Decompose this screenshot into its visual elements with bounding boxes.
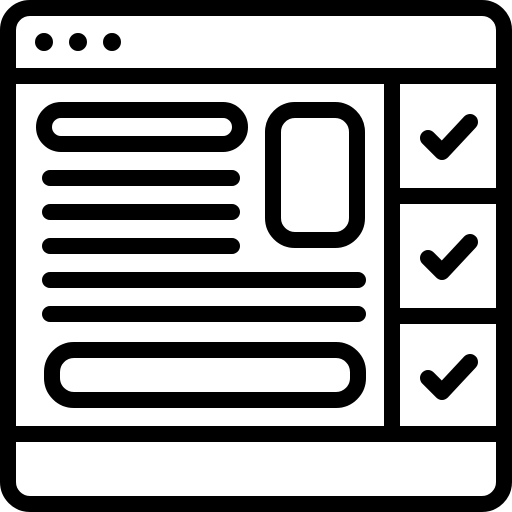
- content-button-bar: [44, 342, 366, 408]
- window-dot-3: [103, 33, 121, 51]
- browser-window-illustration: [0, 0, 512, 512]
- title-bar-dots: [35, 33, 121, 51]
- window-dot-1: [35, 33, 53, 51]
- window-dot-2: [69, 33, 87, 51]
- browser-checklist-icon: [0, 0, 512, 512]
- image-placeholder: [265, 102, 365, 248]
- content-header-bar: [36, 102, 248, 152]
